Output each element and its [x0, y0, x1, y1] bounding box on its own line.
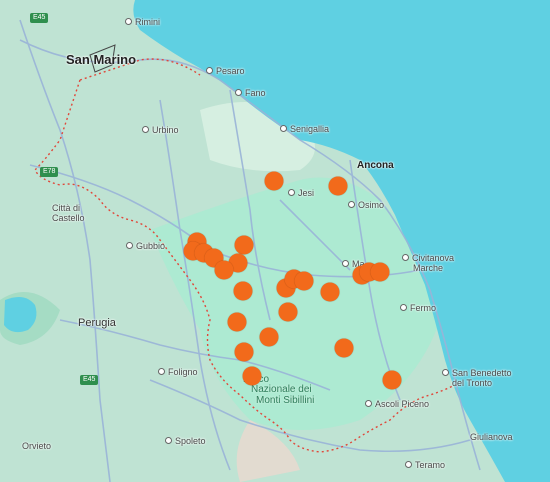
road-shield-e45-top: E45	[30, 13, 49, 23]
map-marker[interactable]	[382, 370, 402, 390]
map-marker[interactable]	[234, 235, 254, 255]
map-marker[interactable]	[370, 262, 390, 282]
label-fano: Fano	[235, 88, 266, 98]
label-senigallia: Senigallia	[280, 124, 329, 134]
label-osimo: Osimo	[348, 200, 384, 210]
map-marker[interactable]	[234, 342, 254, 362]
label-urbino: Urbino	[142, 125, 179, 135]
map-marker[interactable]	[233, 281, 253, 301]
map-marker[interactable]	[227, 312, 247, 332]
label-rimini: Rimini	[125, 17, 160, 27]
map-marker[interactable]	[264, 171, 284, 191]
road-shield-e78: E78	[40, 167, 59, 177]
label-citta-di-castello-1: Città di	[52, 203, 81, 213]
label-spoleto: Spoleto	[165, 436, 206, 446]
label-gubbio: Gubbio	[126, 241, 165, 251]
label-fermo: Fermo	[400, 303, 436, 313]
map-marker[interactable]	[214, 260, 234, 280]
map-view[interactable]: E45 E78 E45 Rimini San Marino Pesaro Fan…	[0, 0, 550, 482]
map-base	[0, 0, 550, 482]
label-giulianova: Giulianova	[470, 432, 513, 442]
label-orvieto: Orvieto	[22, 441, 52, 451]
map-marker[interactable]	[328, 176, 348, 196]
label-ascoli-piceno: Ascoli Piceno	[365, 399, 429, 409]
label-park-2: Nazionale dei	[251, 384, 312, 395]
map-marker[interactable]	[278, 302, 298, 322]
label-san-benedetto-1: San Benedetto	[442, 368, 512, 378]
map-marker[interactable]	[242, 366, 262, 386]
label-ancona: Ancona	[357, 160, 394, 171]
map-marker[interactable]	[259, 327, 279, 347]
label-teramo: Teramo	[405, 460, 445, 470]
label-citta-di-castello-2: Castello	[52, 213, 85, 223]
label-civitanova-1: Civitanova	[402, 253, 454, 263]
label-foligno: Foligno	[158, 367, 198, 377]
label-park-3: Monti Sibillini	[256, 395, 315, 406]
label-san-benedetto-2: del Tronto	[452, 378, 493, 388]
map-marker[interactable]	[294, 271, 314, 291]
label-jesi: Jesi	[288, 188, 314, 198]
label-civitanova-2: Marche	[413, 263, 444, 273]
label-perugia: Perugia	[78, 317, 116, 329]
map-marker[interactable]	[334, 338, 354, 358]
label-san-marino: San Marino	[66, 52, 137, 67]
label-pesaro: Pesaro	[206, 66, 245, 76]
road-shield-e45-bottom: E45	[80, 375, 99, 385]
map-marker[interactable]	[320, 282, 340, 302]
